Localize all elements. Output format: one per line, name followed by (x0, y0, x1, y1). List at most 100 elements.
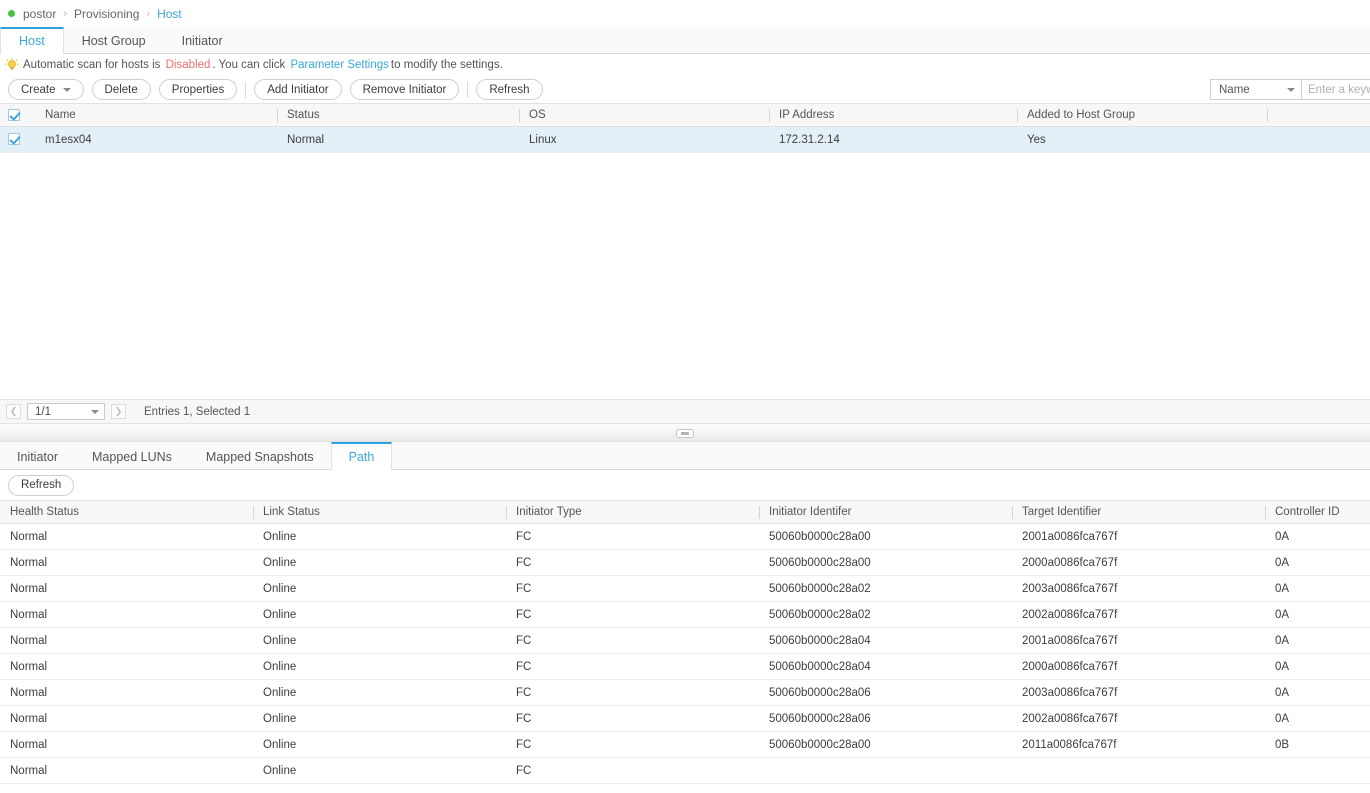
cell-initiator-identifier: 50060b0000c28a04 (759, 653, 1012, 680)
tab-host-group[interactable]: Host Group (64, 27, 164, 53)
cell-initiator-identifier: 50060b0000c28a00 (759, 731, 1012, 758)
cell-initiator-identifier: 50060b0000c28a06 (759, 705, 1012, 732)
cell-link-status: Online (253, 757, 506, 784)
table-row[interactable]: Normal Online FC 50060b0000c28a06 2002a0086f… (0, 705, 1370, 732)
chevron-right-icon[interactable]: ❯ (111, 404, 126, 419)
column-header-added-to-host-group[interactable]: Added to Host Group (1017, 103, 1267, 127)
tab-path[interactable]: Path (330, 442, 393, 470)
main-tab-bar: Host Host Group Initiator (0, 27, 1370, 54)
notice-text-after: to modify the settings. (390, 59, 503, 71)
table-row[interactable]: Normal Online FC 50060b0000c28a04 2000a0086f… (0, 653, 1370, 680)
tab-initiator-detail[interactable]: Initiator (0, 442, 75, 469)
cell-initiator-identifier: 50060b0000c28a02 (759, 575, 1012, 602)
pane-splitter[interactable] (0, 424, 1370, 442)
host-table-header-row: Name Status OS IP Address Added to Host … (0, 103, 1370, 127)
cell-target-identifier: 2011a0086fca767f (1012, 731, 1265, 758)
search-field-value: Name (1219, 83, 1250, 96)
cell-controller-id: 0A (1265, 523, 1370, 550)
cell-target-identifier: 2001a0086fca767f (1012, 627, 1265, 654)
parameter-settings-link[interactable]: Parameter Settings (290, 59, 388, 71)
column-header-name[interactable]: Name (35, 103, 277, 127)
tab-host[interactable]: Host (0, 27, 64, 54)
table-row[interactable]: Normal Online FC 50060b0000c28a06 2003a0086f… (0, 679, 1370, 706)
cell-controller-id: 0A (1265, 601, 1370, 628)
cell-initiator-type: FC (506, 705, 759, 732)
column-header-controller-id[interactable]: Controller ID (1265, 500, 1370, 524)
cell-name: m1esx04 (35, 126, 277, 153)
table-row[interactable]: Normal Online FC (0, 757, 1370, 784)
chevron-left-icon[interactable]: ❮ (6, 404, 21, 419)
search-input[interactable] (1302, 79, 1370, 100)
create-button-label: Create (21, 83, 56, 96)
breadcrumb-item-host[interactable]: Host (157, 7, 182, 21)
select-all-checkbox[interactable] (8, 108, 20, 121)
notice-text-before: Automatic scan for hosts is (23, 59, 161, 71)
cell-link-status: Online (253, 601, 506, 628)
status-dot-green-icon (8, 10, 15, 17)
chevron-down-icon (1287, 87, 1295, 92)
column-header-extra[interactable] (1267, 103, 1370, 127)
tab-initiator[interactable]: Initiator (164, 27, 241, 53)
tab-mapped-luns[interactable]: Mapped LUNs (75, 442, 189, 469)
properties-button[interactable]: Properties (158, 79, 238, 100)
cell-controller-id: 0A (1265, 653, 1370, 680)
collapse-handle-icon[interactable] (676, 429, 694, 438)
host-select-all-header (0, 103, 35, 127)
detail-tab-bar: Initiator Mapped LUNs Mapped Snapshots P… (0, 442, 1370, 470)
cell-initiator-identifier (759, 757, 1012, 784)
chevron-down-icon (62, 87, 71, 92)
table-row[interactable]: Normal Online FC 50060b0000c28a04 2001a0086f… (0, 627, 1370, 654)
breadcrumb-item-system[interactable]: postor (23, 7, 56, 21)
cell-initiator-type: FC (506, 731, 759, 758)
cell-health-status: Normal (0, 523, 253, 550)
path-table-header-row: Health Status Link Status Initiator Type… (0, 500, 1370, 524)
host-table-pager: ❮ 1/1 ❯ Entries 1, Selected 1 (0, 399, 1370, 424)
toolbar-divider (467, 81, 469, 98)
column-header-ip-address[interactable]: IP Address (769, 103, 1017, 127)
toolbar-divider (245, 81, 247, 98)
cell-health-status: Normal (0, 679, 253, 706)
row-checkbox[interactable] (8, 133, 20, 146)
column-header-initiator-type[interactable]: Initiator Type (506, 500, 759, 524)
cell-os: Linux (519, 126, 769, 153)
column-header-health-status[interactable]: Health Status (0, 500, 253, 524)
cell-extra (1267, 126, 1370, 153)
table-row[interactable]: m1esx04 Normal Linux 172.31.2.14 Yes (0, 126, 1370, 153)
search-field-select[interactable]: Name (1210, 79, 1302, 100)
add-initiator-button[interactable]: Add Initiator (254, 79, 342, 100)
tab-mapped-snapshots[interactable]: Mapped Snapshots (189, 442, 331, 469)
cell-health-status: Normal (0, 731, 253, 758)
delete-button[interactable]: Delete (91, 79, 151, 100)
table-row[interactable]: Normal Online FC 50060b0000c28a00 2000a0086f… (0, 549, 1370, 576)
table-row[interactable]: Normal Online FC 50060b0000c28a02 2003a0086f… (0, 575, 1370, 602)
cell-initiator-type: FC (506, 627, 759, 654)
cell-controller-id: 0A (1265, 705, 1370, 732)
refresh-button[interactable]: Refresh (476, 79, 543, 100)
column-header-initiator-identifier[interactable]: Initiator Identifer (759, 500, 1012, 524)
breadcrumb-separator: › (63, 7, 68, 20)
cell-initiator-type: FC (506, 679, 759, 706)
page-select[interactable]: 1/1 (27, 403, 105, 420)
column-header-status[interactable]: Status (277, 103, 519, 127)
host-toolbar: Create Delete Properties Add Initiator R… (0, 76, 1370, 103)
cell-link-status: Online (253, 679, 506, 706)
create-button[interactable]: Create (8, 79, 84, 100)
cell-target-identifier (1012, 757, 1265, 784)
cell-controller-id: 0A (1265, 575, 1370, 602)
path-refresh-button[interactable]: Refresh (8, 474, 75, 496)
notice-status: Disabled (165, 59, 211, 71)
column-header-link-status[interactable]: Link Status (253, 500, 506, 524)
remove-initiator-button[interactable]: Remove Initiator (349, 79, 460, 100)
column-header-target-identifier[interactable]: Target Identifier (1012, 500, 1265, 524)
cell-target-identifier: 2003a0086fca767f (1012, 679, 1265, 706)
cell-initiator-identifier: 50060b0000c28a04 (759, 627, 1012, 654)
table-row[interactable]: Normal Online FC 50060b0000c28a00 2011a0086f… (0, 731, 1370, 758)
cell-link-status: Online (253, 575, 506, 602)
cell-controller-id: 0A (1265, 549, 1370, 576)
cell-health-status: Normal (0, 653, 253, 680)
column-header-os[interactable]: OS (519, 103, 769, 127)
cell-target-identifier: 2003a0086fca767f (1012, 575, 1265, 602)
breadcrumb-item-provisioning[interactable]: Provisioning (74, 7, 139, 21)
table-row[interactable]: Normal Online FC 50060b0000c28a00 2001a0086f… (0, 523, 1370, 550)
table-row[interactable]: Normal Online FC 50060b0000c28a02 2002a0086f… (0, 601, 1370, 628)
